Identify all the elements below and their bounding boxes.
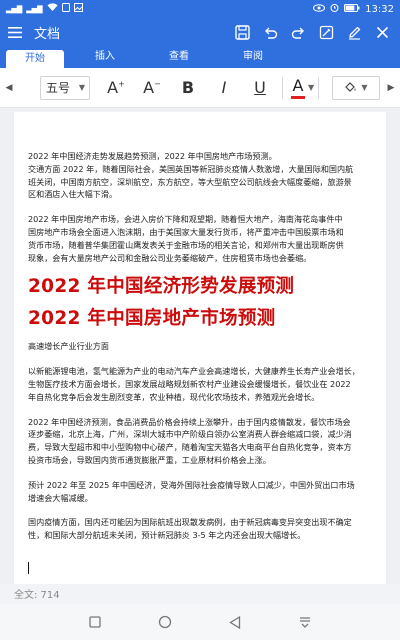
redo-icon[interactable] xyxy=(284,19,312,45)
eye-icon xyxy=(313,3,326,15)
underline-button[interactable]: U xyxy=(242,78,278,97)
font-color-button[interactable]: A ▼ xyxy=(291,76,314,99)
home-icon[interactable] xyxy=(155,612,175,632)
chevron-down-icon: ▼ xyxy=(78,83,85,92)
chevron-down-icon: ▼ xyxy=(361,83,368,92)
signal-icon: ▂▄▆ xyxy=(6,4,23,14)
font-size-select[interactable]: 五号 ▼ xyxy=(40,75,90,100)
notification-drawer-icon[interactable] xyxy=(295,612,315,632)
chevron-down-icon: ▼ xyxy=(308,83,315,92)
close-icon[interactable] xyxy=(368,19,396,45)
tab-insert[interactable]: 插入 xyxy=(76,48,134,66)
toolbar-divider xyxy=(318,76,320,99)
back-icon[interactable] xyxy=(225,612,245,632)
scroll-left-icon[interactable]: ◀ xyxy=(0,83,18,93)
document-title: 文档 xyxy=(34,26,61,42)
paragraph: 2022 年中国经济预测，食品消费品价格会持续上涨攀升，由于国内疫情散发，餐饮市… xyxy=(28,416,352,465)
system-nav-bar xyxy=(0,604,400,640)
fill-bucket-icon xyxy=(344,78,357,97)
format-toolbar: ◀ 五号 ▼ A+ A− B I U A ▼ ▼ ▶ xyxy=(0,68,400,108)
paragraph: 高速增长产业行业方面 xyxy=(28,341,109,352)
font-size-value: 五号 xyxy=(46,81,71,95)
paragraph: 国内疫情方面，国内还可能因为国际航班出现散发病例，由于新冠病毒变异突变出现不确定… xyxy=(28,517,352,541)
status-bar: ▂▄▆ ▂▄▆ 13:32 xyxy=(0,0,400,18)
paragraph: 2022 年中国经济走势发展趋势预测，2022 年中国房地产市场预测。 交通方面… xyxy=(28,151,354,200)
decrease-font-button[interactable]: A− xyxy=(134,78,170,97)
increase-font-button[interactable]: A+ xyxy=(98,78,134,97)
battery-icon xyxy=(344,3,360,15)
paragraph: 2022 年中国房地产市场，会进入房价下降和观望期，随着恒大地产，海南海花岛事件… xyxy=(28,214,344,263)
italic-button[interactable]: I xyxy=(206,78,242,97)
tab-review[interactable]: 审阅 xyxy=(224,48,282,66)
document-page[interactable]: 2022 年中国经济走势发展趋势预测，2022 年中国房地产市场预测。 交通方面… xyxy=(14,112,386,584)
scroll-right-icon[interactable]: ▶ xyxy=(382,83,400,93)
heading-economy: 2022 年中国经济形势发展预测 xyxy=(28,276,295,298)
text-cursor xyxy=(28,561,29,574)
tab-view[interactable]: 查看 xyxy=(150,48,208,66)
bold-button[interactable]: B xyxy=(170,78,206,97)
toolbar-divider xyxy=(282,76,283,99)
app-bar: 文档 xyxy=(0,18,400,46)
recents-icon[interactable] xyxy=(85,612,105,632)
tab-home[interactable]: 开始 xyxy=(6,50,64,68)
format-brush-icon[interactable] xyxy=(312,19,340,45)
font-color-swatch xyxy=(291,96,305,99)
paragraph: 预计 2022 年至 2025 年中国经济，受海外国际社会疫情导致人口减少，中国… xyxy=(28,479,355,503)
heading-real-estate: 2022 年中国房地产市场预测 xyxy=(28,308,276,330)
signal-icon: ▂▄▆ xyxy=(26,4,43,14)
ribbon-tabs: 开始 插入 查看 审阅 xyxy=(0,46,400,68)
alarm-icon xyxy=(330,3,339,15)
document-canvas[interactable]: 2022 年中国经济走势发展趋势预测，2022 年中国房地产市场预测。 交通方面… xyxy=(0,108,400,584)
word-count: 全文: 714 xyxy=(14,589,60,601)
save-icon[interactable] xyxy=(228,19,256,45)
highlight-color-button[interactable]: ▼ xyxy=(332,75,380,100)
wifi-icon xyxy=(47,3,58,15)
paragraph: 以新能源锂电池，氢气能源为产业的电动汽车产业会高速增长，大健康养生长寿产业会增长… xyxy=(28,366,360,402)
undo-icon[interactable] xyxy=(256,19,284,45)
nfc-icon xyxy=(61,3,70,15)
clock-time: 13:32 xyxy=(365,3,394,15)
edit-pen-icon[interactable] xyxy=(340,19,368,45)
menu-icon[interactable] xyxy=(8,23,28,42)
image-icon xyxy=(73,3,83,15)
